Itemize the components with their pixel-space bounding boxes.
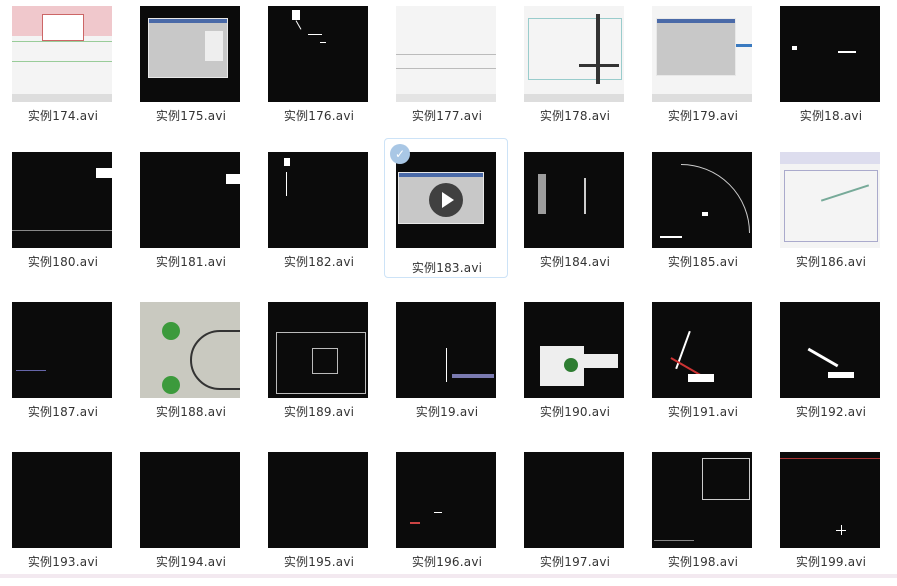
file-name: 实例183.avi <box>411 261 483 275</box>
play-icon[interactable] <box>429 183 463 217</box>
file-tile[interactable]: 实例179.avi <box>640 0 764 140</box>
file-name: 实例185.avi <box>667 255 739 269</box>
file-tile[interactable]: 实例184.avi <box>512 146 636 286</box>
file-name: 实例194.avi <box>155 555 227 569</box>
file-tile[interactable]: 实例178.avi <box>512 0 636 140</box>
file-name: 实例177.avi <box>411 109 483 123</box>
file-name: 实例184.avi <box>539 255 611 269</box>
file-name: 实例197.avi <box>539 555 611 569</box>
video-thumbnail <box>140 452 240 548</box>
video-thumbnail <box>140 6 240 102</box>
video-thumbnail <box>780 152 880 248</box>
file-tile[interactable]: 实例185.avi <box>640 146 764 286</box>
file-name: 实例198.avi <box>667 555 739 569</box>
video-thumbnail <box>652 152 752 248</box>
video-thumbnail <box>652 452 752 548</box>
file-tile[interactable]: 实例174.avi <box>0 0 124 140</box>
video-thumbnail <box>268 152 368 248</box>
file-tile[interactable]: 实例196.avi <box>384 446 508 586</box>
file-name: 实例181.avi <box>155 255 227 269</box>
file-tile[interactable]: 实例198.avi <box>640 446 764 586</box>
file-tile[interactable]: 实例19.avi <box>384 296 508 436</box>
file-tile[interactable]: 实例199.avi <box>768 446 892 586</box>
file-name: 实例174.avi <box>27 109 99 123</box>
video-thumbnail <box>12 152 112 248</box>
video-thumbnail <box>524 452 624 548</box>
file-name: 实例192.avi <box>795 405 867 419</box>
file-name: 实例18.avi <box>799 109 863 123</box>
video-thumbnail <box>652 302 752 398</box>
file-name: 实例187.avi <box>27 405 99 419</box>
file-tile[interactable]: 实例176.avi <box>256 0 380 140</box>
bottom-edge <box>0 574 897 578</box>
file-tile[interactable]: 实例188.avi <box>128 296 252 436</box>
file-tile[interactable]: 实例197.avi <box>512 446 636 586</box>
file-name: 实例199.avi <box>795 555 867 569</box>
file-name: 实例188.avi <box>155 405 227 419</box>
video-thumbnail <box>780 6 880 102</box>
video-thumbnail <box>396 6 496 102</box>
file-tile[interactable]: 实例189.avi <box>256 296 380 436</box>
file-name: 实例175.avi <box>155 109 227 123</box>
file-name: 实例180.avi <box>27 255 99 269</box>
file-name: 实例191.avi <box>667 405 739 419</box>
file-tile[interactable]: 实例190.avi <box>512 296 636 436</box>
video-thumbnail <box>396 152 496 248</box>
file-tile[interactable]: 实例195.avi <box>256 446 380 586</box>
video-thumbnail <box>780 302 880 398</box>
file-tile[interactable]: 实例18.avi <box>768 0 892 140</box>
file-name: 实例182.avi <box>283 255 355 269</box>
file-tile[interactable]: 实例181.avi <box>128 146 252 286</box>
video-thumbnail <box>652 6 752 102</box>
video-thumbnail <box>524 152 624 248</box>
video-thumbnail <box>396 452 496 548</box>
file-name: 实例196.avi <box>411 555 483 569</box>
file-tile[interactable]: 实例180.avi <box>0 146 124 286</box>
video-thumbnail <box>268 452 368 548</box>
check-icon[interactable]: ✓ <box>390 144 410 164</box>
file-name: 实例179.avi <box>667 109 739 123</box>
file-name: 实例193.avi <box>27 555 99 569</box>
file-name: 实例186.avi <box>795 255 867 269</box>
video-thumbnail <box>780 452 880 548</box>
video-thumbnail <box>140 302 240 398</box>
file-tile-selected[interactable]: ✓ 实例183.avi <box>384 138 508 278</box>
file-name: 实例19.avi <box>415 405 479 419</box>
video-thumbnail <box>12 452 112 548</box>
video-thumbnail <box>268 302 368 398</box>
file-tile[interactable]: 实例182.avi <box>256 146 380 286</box>
file-name: 实例190.avi <box>539 405 611 419</box>
file-tile[interactable]: 实例177.avi <box>384 0 508 140</box>
file-name: 实例195.avi <box>283 555 355 569</box>
video-thumbnail <box>12 6 112 102</box>
video-thumbnail <box>12 302 112 398</box>
video-thumbnail <box>524 6 624 102</box>
file-grid: 实例174.avi 实例175.avi 实例176.avi 实例177.avi <box>0 0 897 578</box>
file-tile[interactable]: 实例192.avi <box>768 296 892 436</box>
video-thumbnail <box>140 152 240 248</box>
file-tile[interactable]: 实例194.avi <box>128 446 252 586</box>
file-tile[interactable]: 实例187.avi <box>0 296 124 436</box>
file-name: 实例178.avi <box>539 109 611 123</box>
file-tile[interactable]: 实例186.avi <box>768 146 892 286</box>
video-thumbnail <box>524 302 624 398</box>
file-tile[interactable]: 实例193.avi <box>0 446 124 586</box>
file-name: 实例176.avi <box>283 109 355 123</box>
video-thumbnail <box>396 302 496 398</box>
file-tile[interactable]: 实例175.avi <box>128 0 252 140</box>
file-name: 实例189.avi <box>283 405 355 419</box>
file-tile[interactable]: 实例191.avi <box>640 296 764 436</box>
video-thumbnail <box>268 6 368 102</box>
